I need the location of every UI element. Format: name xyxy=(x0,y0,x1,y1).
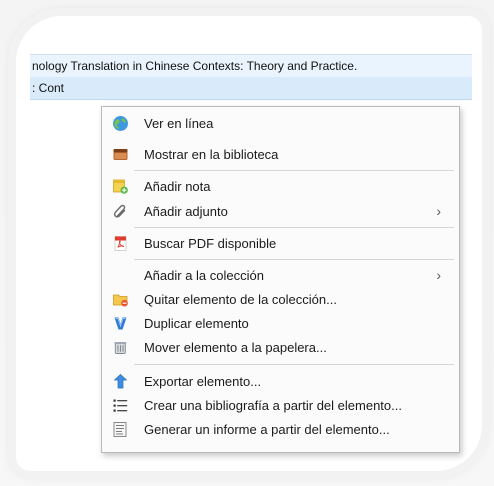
menu-item-label: Exportar elemento... xyxy=(144,374,262,389)
duplicate-icon xyxy=(112,315,129,332)
bibliography-icon xyxy=(112,397,129,414)
menu-separator xyxy=(134,364,454,365)
submenu-arrow-icon: › xyxy=(436,203,441,219)
menu-item-label: Ver en línea xyxy=(144,116,214,131)
menu-item-label: Mostrar en la biblioteca xyxy=(144,147,279,162)
screenshot-frame: nology Translation in Chinese Contexts: … xyxy=(0,0,494,486)
context-menu: Ver en línea Mostrar en la biblioteca Añ… xyxy=(101,106,460,453)
submenu-arrow-icon: › xyxy=(436,267,441,283)
menu-item-anadir-nota[interactable]: Añadir nota xyxy=(102,176,459,197)
menu-item-exportar[interactable]: Exportar elemento... xyxy=(102,371,459,392)
list-item-title: nology Translation in Chinese Contexts: … xyxy=(32,59,358,73)
items-list-pane: nology Translation in Chinese Contexts: … xyxy=(30,26,472,460)
menu-item-label: Duplicar elemento xyxy=(144,316,249,331)
menu-item-label: Añadir nota xyxy=(144,179,211,194)
menu-item-buscar-pdf[interactable]: Buscar PDF disponible xyxy=(102,233,459,254)
menu-item-duplicar[interactable]: Duplicar elemento xyxy=(102,313,459,334)
globe-icon xyxy=(112,115,129,132)
menu-item-generar-informe[interactable]: Generar un informe a partir del elemento… xyxy=(102,419,459,440)
menu-separator xyxy=(134,170,454,171)
menu-item-anadir-adjunto[interactable]: Añadir adjunto › xyxy=(102,201,459,222)
folder-remove-icon xyxy=(112,291,129,308)
paperclip-icon xyxy=(112,203,129,220)
pdf-icon xyxy=(112,235,129,252)
menu-separator xyxy=(134,259,454,260)
trash-icon xyxy=(112,339,129,356)
report-icon xyxy=(112,421,129,438)
library-icon xyxy=(112,146,129,163)
menu-item-crear-bibliografia[interactable]: Crear una bibliografía a partir del elem… xyxy=(102,395,459,416)
menu-item-label: Mover elemento a la papelera... xyxy=(144,340,327,355)
window-card: nology Translation in Chinese Contexts: … xyxy=(16,16,482,471)
menu-item-anadir-coleccion[interactable]: Añadir a la colección › xyxy=(102,265,459,286)
menu-item-mostrar-biblioteca[interactable]: Mostrar en la biblioteca xyxy=(102,144,459,165)
list-item-selected[interactable]: : Cont xyxy=(30,77,472,100)
menu-item-label: Crear una bibliografía a partir del elem… xyxy=(144,398,402,413)
menu-item-label: Buscar PDF disponible xyxy=(144,236,277,251)
list-item[interactable]: nology Translation in Chinese Contexts: … xyxy=(30,54,472,78)
menu-item-label: Añadir adjunto xyxy=(144,204,228,219)
menu-item-mover-papelera[interactable]: Mover elemento a la papelera... xyxy=(102,337,459,358)
note-add-icon xyxy=(112,178,129,195)
menu-item-label: Quitar elemento de la colección... xyxy=(144,292,337,307)
menu-separator xyxy=(134,227,454,228)
menu-item-quitar-coleccion[interactable]: Quitar elemento de la colección... xyxy=(102,289,459,310)
list-item-title: : Cont xyxy=(32,81,65,95)
menu-item-label: Generar un informe a partir del elemento… xyxy=(144,422,390,437)
export-icon xyxy=(112,373,129,390)
menu-item-label: Añadir a la colección xyxy=(144,268,264,283)
menu-item-ver-en-linea[interactable]: Ver en línea xyxy=(102,113,459,134)
